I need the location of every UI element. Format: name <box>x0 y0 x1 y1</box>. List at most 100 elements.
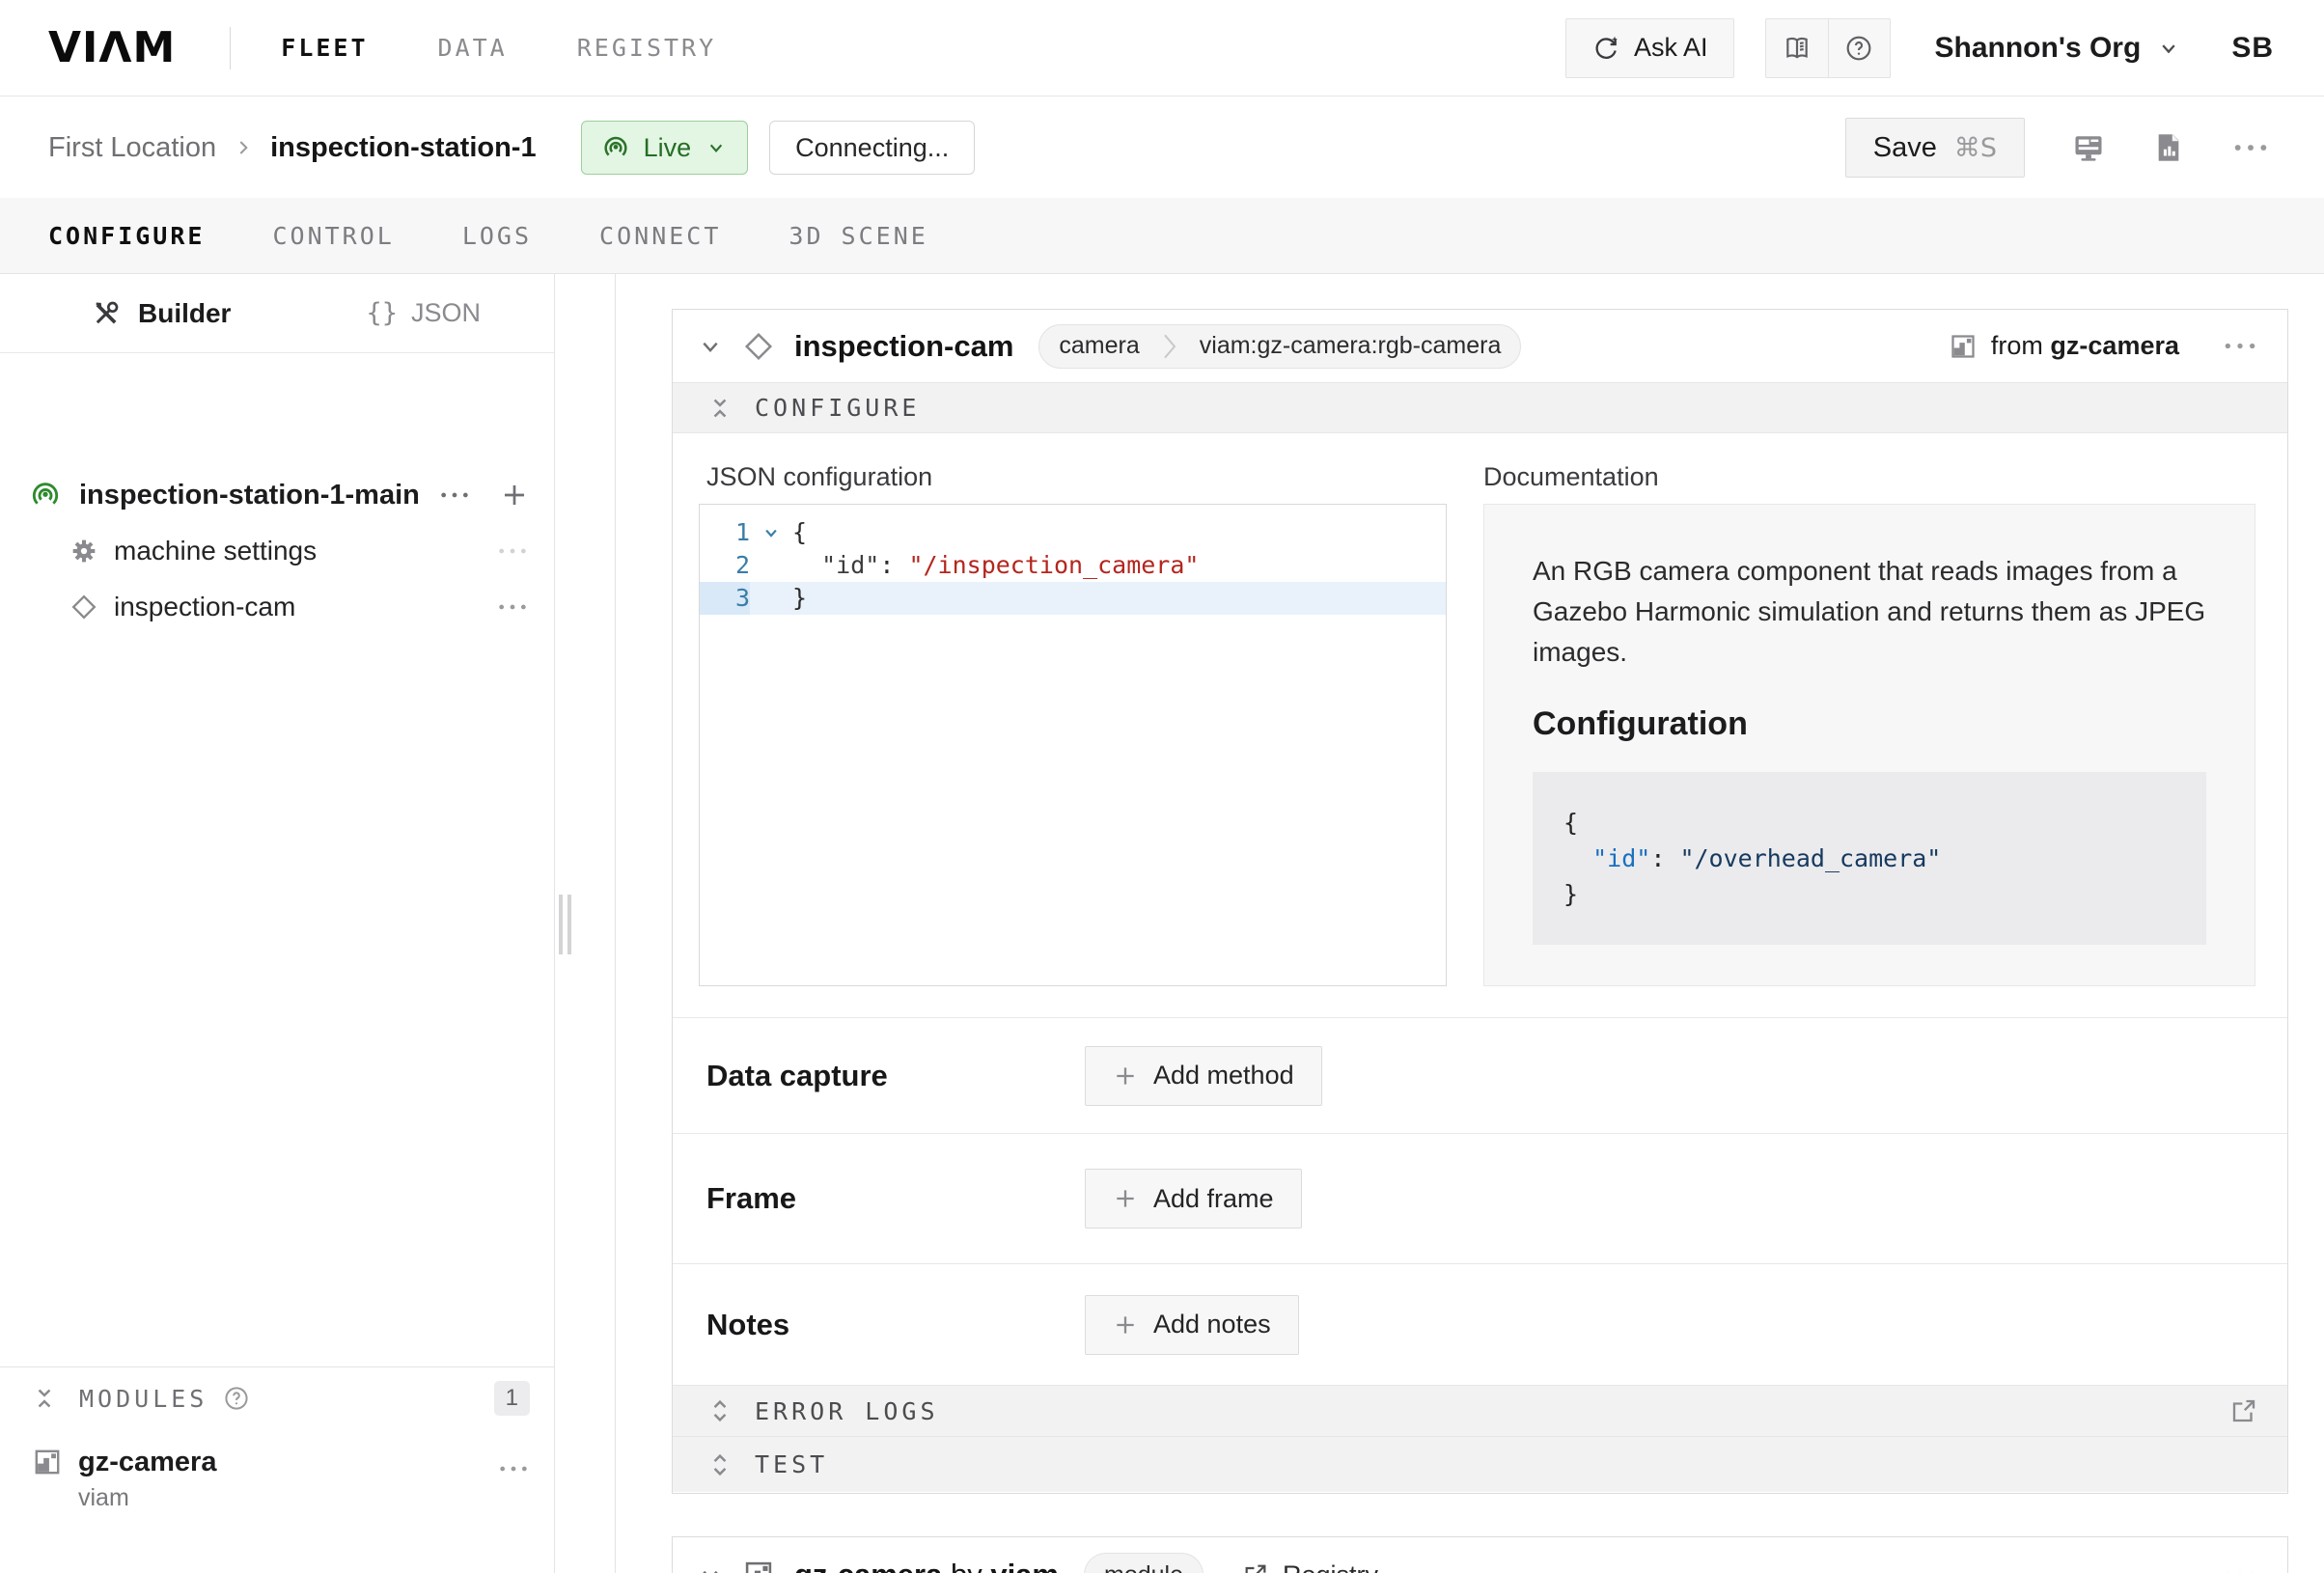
nav-tab-data[interactable]: DATA <box>438 34 508 62</box>
gear-icon <box>69 537 98 566</box>
more-dots-icon <box>496 600 529 614</box>
module-icon <box>742 1559 775 1573</box>
module-more-menu[interactable] <box>497 1462 530 1476</box>
tree-item-inspection-cam[interactable]: inspection-cam <box>0 579 554 635</box>
help-circle-icon <box>223 1385 250 1412</box>
component-type-badge: camera viam:gz-camera:rgb-camera <box>1038 324 1521 369</box>
help-group <box>1765 18 1891 78</box>
help-circle-icon <box>1844 34 1873 63</box>
ask-ai-label: Ask AI <box>1634 33 1708 63</box>
plus-icon <box>1113 1312 1138 1338</box>
data-capture-section: Data capture Add method <box>673 1017 2287 1133</box>
component-card-inspection-cam: inspection-cam camera viam:gz-camera:rgb… <box>672 309 2288 1494</box>
tab-configure[interactable]: CONFIGURE <box>48 222 205 250</box>
chevron-down-icon <box>761 522 782 543</box>
machine-part-name: inspection-station-1-main <box>79 480 420 511</box>
tab-logs[interactable]: LOGS <box>462 222 532 250</box>
test-bar[interactable]: TEST <box>673 1436 2287 1492</box>
notes-section: Notes Add notes <box>673 1263 2287 1385</box>
config-main-panel: inspection-cam camera viam:gz-camera:rgb… <box>615 274 2324 1573</box>
tab-connect[interactable]: CONNECT <box>599 222 721 250</box>
nav-tab-registry[interactable]: REGISTRY <box>577 34 716 62</box>
tree-item-label: machine settings <box>114 536 317 566</box>
tree-root-machine-part[interactable]: inspection-station-1-main <box>0 467 554 523</box>
machine-settings-more-menu[interactable] <box>496 544 529 558</box>
chevron-down-icon <box>705 136 728 159</box>
help-button[interactable] <box>1828 19 1890 77</box>
machine-more-menu[interactable] <box>2231 140 2270 155</box>
nav-divider <box>230 27 231 69</box>
open-error-logs-button[interactable] <box>2229 1396 2258 1425</box>
save-button[interactable]: Save ⌘S <box>1845 118 2025 178</box>
more-dots-icon <box>2222 1568 2258 1573</box>
tab-3d-scene[interactable]: 3D SCENE <box>788 222 927 250</box>
modules-section: MODULES 1 gz-camera viam <box>0 1366 555 1512</box>
more-dots-icon <box>438 488 471 502</box>
tree-item-machine-settings[interactable]: machine settings <box>0 523 554 579</box>
add-notes-button[interactable]: Add notes <box>1085 1295 1299 1355</box>
machine-part-tree: inspection-station-1-main <box>0 353 554 635</box>
json-config-editor[interactable]: 1 { 2 "id": "/inspection_camera" <box>699 504 1447 986</box>
machine-status-badge[interactable]: Live <box>581 121 749 175</box>
viam-logo[interactable]: VIΛM <box>48 23 176 72</box>
plus-icon <box>500 481 529 510</box>
registry-link[interactable]: Registry <box>1242 1560 1378 1573</box>
add-component-button[interactable] <box>500 481 529 510</box>
module-list-item[interactable]: gz-camera viam <box>0 1429 555 1512</box>
more-dots-icon <box>2222 339 2258 353</box>
inspection-cam-more-menu[interactable] <box>496 600 529 614</box>
part-more-menu[interactable] <box>438 488 471 502</box>
module-card-more-menu[interactable] <box>2222 1568 2258 1573</box>
config-sidebar: Builder {} JSON inspection-station-1-mai… <box>0 274 555 1573</box>
tab-control[interactable]: CONTROL <box>272 222 394 250</box>
ask-ai-button[interactable]: Ask AI <box>1565 18 1734 78</box>
chevron-down-icon <box>696 332 725 361</box>
error-logs-bar[interactable]: ERROR LOGS <box>673 1385 2287 1436</box>
component-card-header: inspection-cam camera viam:gz-camera:rgb… <box>673 310 2287 382</box>
mode-builder-button[interactable]: Builder <box>92 298 231 329</box>
nav-tab-fleet[interactable]: FLEET <box>281 34 368 62</box>
modules-header[interactable]: MODULES 1 <box>0 1367 555 1429</box>
breadcrumb: First Location inspection-station-1 <box>48 132 537 164</box>
tools-icon <box>92 299 121 328</box>
from-module-name: gz-camera <box>2050 331 2179 360</box>
sidebar-resize-handle[interactable] <box>559 895 571 954</box>
book-icon <box>1783 34 1812 63</box>
component-type: camera <box>1039 332 1158 360</box>
file-chart-icon <box>2152 131 2185 164</box>
status-label: Live <box>644 133 692 163</box>
org-switcher[interactable]: Shannon's Org <box>1935 32 2182 65</box>
broadcast-icon <box>601 133 630 162</box>
breadcrumb-location[interactable]: First Location <box>48 132 216 164</box>
fold-toggle[interactable] <box>750 516 792 549</box>
component-name: inspection-cam <box>794 329 1013 364</box>
doc-description: An RGB camera component that reads image… <box>1533 551 2206 673</box>
add-frame-button[interactable]: Add frame <box>1085 1169 1302 1228</box>
collapse-card-button[interactable] <box>696 1560 725 1573</box>
docs-button[interactable] <box>1766 19 1828 77</box>
line-number: 3 <box>700 582 750 615</box>
connection-status-button[interactable]: Connecting... <box>769 121 975 175</box>
doc-code-sample: { "id": "/overhead_camera" } <box>1533 772 2206 945</box>
breadcrumb-machine: inspection-station-1 <box>270 132 537 164</box>
module-icon <box>32 1447 63 1477</box>
add-method-button[interactable]: Add method <box>1085 1046 1322 1106</box>
from-module-label: from gz-camera <box>1991 331 2179 361</box>
configure-section-bar[interactable]: CONFIGURE <box>673 382 2287 433</box>
more-dots-icon <box>496 544 529 558</box>
module-kind-badge: module <box>1084 1553 1204 1573</box>
json-key: "id" <box>821 551 879 579</box>
diamond-icon <box>69 593 98 621</box>
collapse-card-button[interactable] <box>696 332 725 361</box>
tree-item-label: inspection-cam <box>114 592 295 622</box>
org-name: Shannon's Org <box>1935 32 2142 65</box>
avatar[interactable]: SB <box>2231 32 2274 65</box>
control-monitor-button[interactable] <box>2071 130 2106 165</box>
machine-report-button[interactable] <box>2152 131 2185 164</box>
collapse-icon <box>706 395 733 422</box>
mode-json-button[interactable]: {} JSON <box>366 298 481 328</box>
module-icon <box>1949 332 1978 361</box>
doc-configuration-heading: Configuration <box>1533 705 2206 743</box>
component-more-menu[interactable] <box>2222 339 2258 353</box>
chevron-down-icon <box>696 1560 725 1573</box>
